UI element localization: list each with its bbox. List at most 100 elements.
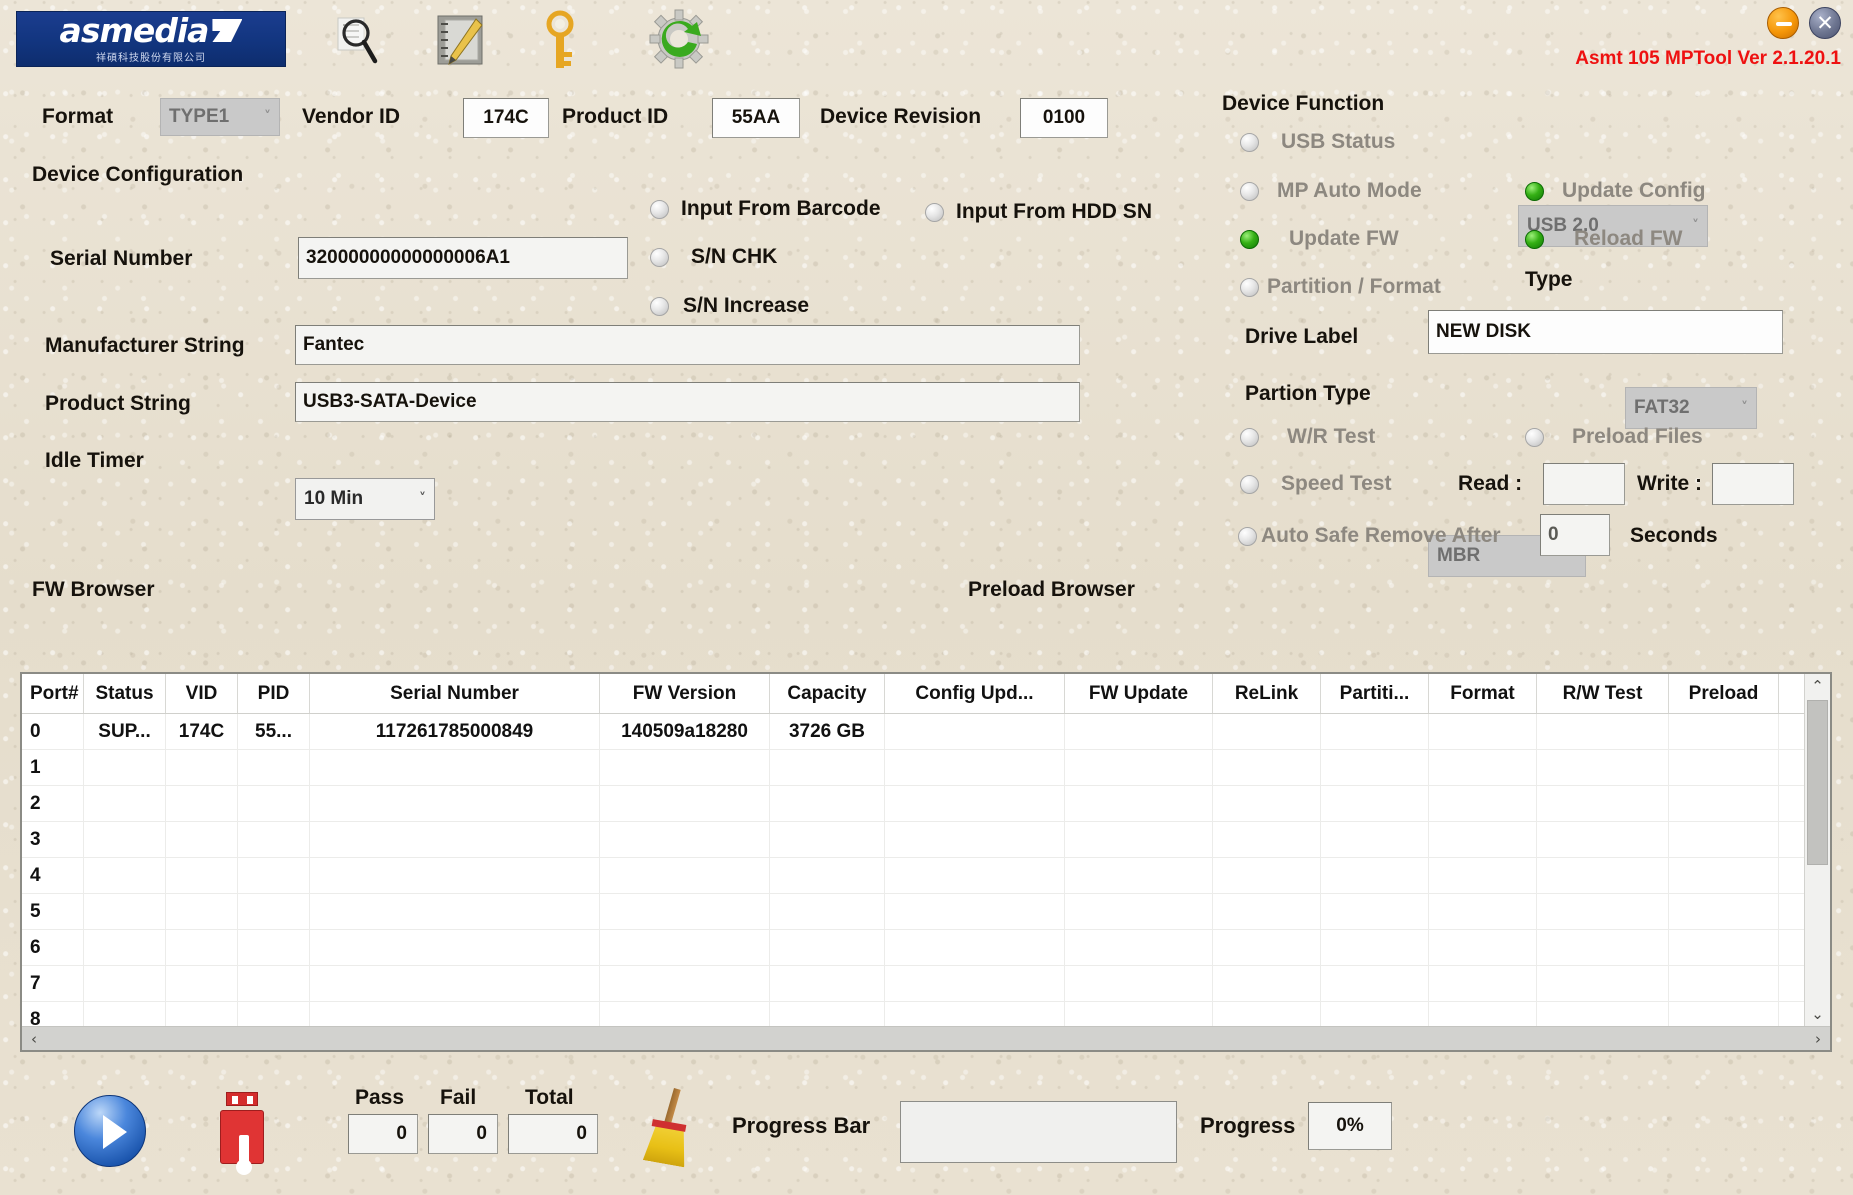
drive-label-field[interactable]: NEW DISK [1428, 310, 1783, 354]
table-row[interactable]: 1 [22, 750, 1804, 786]
table-cell [770, 1002, 885, 1026]
product-string-field[interactable]: USB3-SATA-Device [295, 382, 1080, 422]
progress-bar [900, 1101, 1177, 1163]
format-label: Format [42, 105, 113, 129]
option-sn-chk[interactable]: S/N CHK [650, 245, 777, 269]
table-column-header[interactable]: VID [166, 674, 238, 713]
scroll-down-arrow-icon[interactable]: ⌄ [1805, 1002, 1830, 1026]
table-cell [166, 822, 238, 857]
table-column-header[interactable]: Serial Number [310, 674, 600, 713]
table-cell: 2 [22, 786, 84, 821]
minimize-button[interactable] [1767, 7, 1799, 39]
preload-files-option[interactable]: Preload Files [1525, 425, 1703, 449]
table-row[interactable]: 6 [22, 930, 1804, 966]
manufacturer-string-field[interactable]: Fantec [295, 325, 1080, 365]
scroll-right-arrow-icon[interactable]: › [1806, 1030, 1830, 1048]
option-sn-increase[interactable]: S/N Increase [650, 294, 809, 318]
format-combo[interactable]: TYPE1 ˅ [160, 98, 280, 136]
table-row[interactable]: 3 [22, 822, 1804, 858]
table-row[interactable]: 0SUP...174C55...117261785000849140509a18… [22, 714, 1804, 750]
table-cell: 6 [22, 930, 84, 965]
table-cell [1669, 714, 1779, 749]
table-column-header[interactable]: Format [1429, 674, 1537, 713]
usb-status-option[interactable]: USB Status [1240, 130, 1395, 154]
mp-auto-mode-option[interactable]: MP Auto Mode [1240, 179, 1422, 203]
radio-indicator-icon [1240, 182, 1259, 201]
partition-format-option[interactable]: Partition / Format [1240, 275, 1441, 299]
table-column-header[interactable]: ReLink [1213, 674, 1321, 713]
table-cell [1065, 930, 1213, 965]
read-value-field[interactable] [1543, 463, 1625, 505]
vendor-id-field[interactable]: 174C [463, 98, 549, 138]
close-button[interactable]: ✕ [1809, 7, 1841, 39]
table-column-header[interactable]: R/W Test [1537, 674, 1669, 713]
table-row[interactable]: 2 [22, 786, 1804, 822]
progress-value-field: 0% [1308, 1102, 1392, 1150]
option-input-from-barcode[interactable]: Input From Barcode [650, 197, 881, 221]
table-cell [238, 822, 310, 857]
type-combo[interactable]: FAT32 ˅ [1625, 387, 1757, 429]
option-input-from-hdd-sn[interactable]: Input From HDD SN [925, 200, 1152, 224]
update-fw-option[interactable]: Update FW [1240, 227, 1399, 251]
table-column-header[interactable]: Status [84, 674, 166, 713]
usb-drive-button[interactable] [218, 1092, 266, 1164]
table-column-header[interactable]: Preload [1669, 674, 1779, 713]
scroll-up-arrow-icon[interactable]: ⌃ [1805, 674, 1830, 698]
table-column-header[interactable]: Partiti... [1321, 674, 1429, 713]
wr-test-option[interactable]: W/R Test [1240, 425, 1375, 449]
table-cell: SUP... [84, 714, 166, 749]
table-cell [1537, 714, 1669, 749]
table-column-header[interactable]: FW Version [600, 674, 770, 713]
table-cell [310, 858, 600, 893]
chevron-down-icon: ˅ [264, 109, 271, 125]
write-value-field[interactable] [1712, 463, 1794, 505]
table-column-header[interactable]: FW Update [1065, 674, 1213, 713]
speed-test-option[interactable]: Speed Test [1240, 472, 1391, 496]
table-cell [1429, 1002, 1537, 1026]
vertical-scrollbar-thumb[interactable] [1807, 700, 1828, 865]
table-row[interactable]: 5 [22, 894, 1804, 930]
radio-indicator-icon [1240, 278, 1259, 297]
table-cell [885, 714, 1065, 749]
table-cell [310, 750, 600, 785]
product-id-field[interactable]: 55AA [712, 98, 800, 138]
seconds-label: Seconds [1630, 524, 1718, 548]
table-row[interactable]: 7 [22, 966, 1804, 1002]
table-cell [310, 1002, 600, 1026]
horizontal-scrollbar-track[interactable] [46, 1027, 1806, 1050]
auto-safe-remove-option[interactable]: Auto Safe Remove After [1238, 524, 1501, 548]
table-cell [885, 966, 1065, 1001]
horizontal-scrollbar[interactable]: ‹ › [22, 1026, 1830, 1050]
auto-safe-remove-seconds-field[interactable]: 0 [1540, 514, 1610, 556]
progress-bar-label: Progress Bar [732, 1113, 870, 1139]
table-cell [1669, 1002, 1779, 1026]
gear-refresh-icon[interactable] [648, 8, 710, 70]
table-cell [166, 750, 238, 785]
vertical-scrollbar[interactable]: ⌃ ⌄ [1804, 674, 1830, 1026]
table-row[interactable]: 4 [22, 858, 1804, 894]
option-label: Input From HDD SN [956, 200, 1152, 224]
table-column-header[interactable]: Port# [22, 674, 84, 713]
radio-indicator-icon [1240, 428, 1259, 447]
notepad-edit-icon[interactable] [432, 12, 490, 70]
serial-number-field[interactable]: 32000000000000006A1 [298, 237, 628, 279]
table-column-header[interactable]: PID [238, 674, 310, 713]
table-cell [885, 786, 1065, 821]
table-row[interactable]: 8 [22, 1002, 1804, 1026]
device-revision-field[interactable]: 0100 [1020, 98, 1108, 138]
table-cell [166, 894, 238, 929]
table-column-header[interactable]: Config Upd... [885, 674, 1065, 713]
table-cell [1065, 786, 1213, 821]
scroll-left-arrow-icon[interactable]: ‹ [22, 1030, 46, 1048]
table-column-header[interactable]: Capacity [770, 674, 885, 713]
start-button[interactable] [74, 1095, 146, 1167]
table-cell [310, 930, 600, 965]
reload-fw-option[interactable]: Reload FW [1525, 227, 1683, 251]
key-icon[interactable] [540, 10, 580, 72]
table-cell [1321, 1002, 1429, 1026]
search-icon[interactable] [330, 14, 386, 68]
device-table: Port#StatusVIDPIDSerial NumberFW Version… [20, 672, 1832, 1052]
idle-timer-combo[interactable]: 10 Min ˅ [295, 478, 435, 520]
update-config-option[interactable]: Update Config [1525, 179, 1705, 203]
clear-button[interactable] [640, 1088, 696, 1168]
